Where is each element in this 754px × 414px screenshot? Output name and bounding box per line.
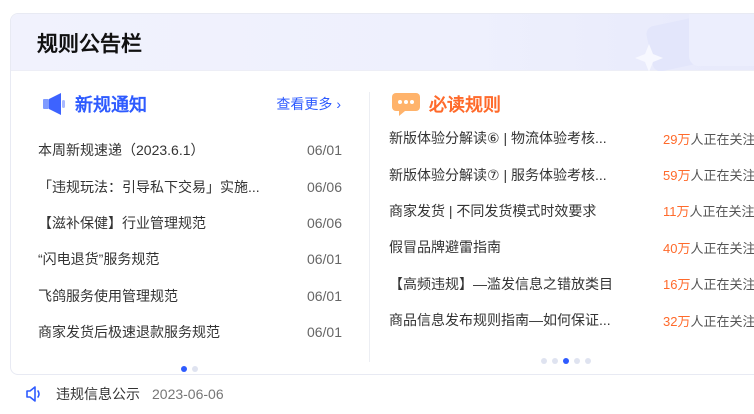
new-rule-item[interactable]: 【滋补保健】行业管理规范 06/06 xyxy=(11,205,363,241)
new-rules-pagination xyxy=(181,366,203,372)
new-rule-title: “闪电退货”服务规范 xyxy=(38,251,160,268)
follower-count-suffix: 人正在关注 xyxy=(690,240,754,256)
new-rule-title: 飞鸽服务使用管理规范 xyxy=(38,287,178,304)
new-rule-title: 本周新规速递（2023.6.1） xyxy=(38,142,205,159)
header-decoration-icon xyxy=(635,14,754,71)
must-read-title-text: 商品信息发布规则指南—如何保证... xyxy=(389,312,611,329)
follower-count-suffix: 人正在关注 xyxy=(690,168,754,184)
must-read-item[interactable]: 新版体验分解读⑥ | 物流体验考核... 29万人正在关注 xyxy=(383,120,754,156)
must-read-item[interactable]: 【高频违规】—滥发信息之错放类目 16万人正在关注 xyxy=(383,266,754,302)
board-title: 规则公告栏 xyxy=(37,33,142,56)
follower-count: 16万人正在关注 xyxy=(663,274,754,293)
violation-notice-bar[interactable]: 违规信息公示 2023-06-06 xyxy=(24,382,224,406)
follower-count-number: 29万 xyxy=(663,131,691,147)
view-more-label: 查看更多 xyxy=(276,96,333,112)
follower-count-suffix: 人正在关注 xyxy=(690,277,754,293)
must-read-title-text: 【高频违规】—滥发信息之错放类目 xyxy=(389,275,613,292)
follower-count-number: 16万 xyxy=(663,277,691,293)
must-read-list: 新版体验分解读⑥ | 物流体验考核... 29万人正在关注 新版体验分解读⑦ | 服… xyxy=(383,120,754,338)
new-rule-title: 【滋补保健】行业管理规范 xyxy=(38,214,206,231)
new-rule-item[interactable]: 飞鸽服务使用管理规范 06/01 xyxy=(11,278,363,314)
new-rules-panel: 新规通知 查看更多 › 本周新规速递（2023.6.1） 06/01 「违规玩法：引… xyxy=(11,72,363,374)
new-rule-item[interactable]: 「违规玩法：引导私下交易」实施... 06/06 xyxy=(11,168,363,204)
must-read-page-dot[interactable] xyxy=(585,358,591,364)
must-read-item[interactable]: 假冒品牌避雷指南 40万人正在关注 xyxy=(383,229,754,265)
follower-count-number: 59万 xyxy=(663,168,691,184)
chevron-right-icon: › xyxy=(336,96,341,112)
new-rules-title: 新规通知 xyxy=(75,95,147,115)
must-read-header: 必读规则 xyxy=(391,90,501,118)
follower-count-suffix: 人正在关注 xyxy=(689,204,754,220)
new-rule-title: 「违规玩法：引导私下交易」实施... xyxy=(38,178,260,195)
new-rule-date: 06/01 xyxy=(306,287,342,304)
violation-notice-date: 2023-06-06 xyxy=(152,386,224,402)
new-rules-header: 新规通知 xyxy=(41,90,147,118)
follower-count: 11万人正在关注 xyxy=(663,201,754,220)
column-divider xyxy=(369,92,370,362)
must-read-page-dot[interactable] xyxy=(552,358,558,364)
new-rule-date: 06/06 xyxy=(306,214,342,231)
view-more-link[interactable]: 查看更多 › xyxy=(276,94,341,114)
must-read-panel: 必读规则 新版体验分解读⑥ | 物流体验考核... 29万人正在关注 新版体验分解读… xyxy=(383,72,754,374)
follower-count-suffix: 人正在关注 xyxy=(690,313,754,329)
chat-bubble-icon xyxy=(392,93,420,116)
follower-count: 32万人正在关注 xyxy=(663,311,754,330)
new-rule-date: 06/01 xyxy=(306,251,342,268)
must-read-title-text: 假冒品牌避雷指南 xyxy=(389,239,501,256)
speaker-icon xyxy=(26,386,40,402)
new-rule-date: 06/01 xyxy=(306,142,342,159)
must-read-title-text: 商家发货 | 不同发货模式时效要求 xyxy=(389,202,597,219)
follower-count: 29万人正在关注 xyxy=(663,129,754,148)
must-read-item[interactable]: 商品信息发布规则指南—如何保证... 32万人正在关注 xyxy=(383,302,754,338)
new-rules-list: 本周新规速递（2023.6.1） 06/01 「违规玩法：引导私下交易」实施... 0… xyxy=(11,132,363,350)
new-rules-page-dot[interactable] xyxy=(192,366,198,372)
must-read-pagination xyxy=(541,358,596,364)
violation-notice-label: 违规信息公示 xyxy=(56,386,140,402)
must-read-page-dot[interactable] xyxy=(574,358,580,364)
new-rule-title: 商家发货后极速退款服务规范 xyxy=(38,324,220,341)
follower-count-number: 40万 xyxy=(663,240,691,256)
new-rule-item[interactable]: “闪电退货”服务规范 06/01 xyxy=(11,241,363,277)
new-rule-date: 06/01 xyxy=(306,324,342,341)
follower-count: 40万人正在关注 xyxy=(663,238,754,257)
follower-count-number: 32万 xyxy=(663,313,691,329)
must-read-page-dot[interactable] xyxy=(541,358,547,364)
new-rule-item[interactable]: 本周新规速递（2023.6.1） 06/01 xyxy=(11,132,363,168)
must-read-item[interactable]: 新版体验分解读⑦ | 服务体验考核... 59万人正在关注 xyxy=(383,156,754,192)
new-rules-page-dot[interactable] xyxy=(181,366,187,372)
follower-count: 59万人正在关注 xyxy=(663,165,754,184)
must-read-title-text: 新版体验分解读⑥ | 物流体验考核... xyxy=(389,130,607,147)
new-rule-item[interactable]: 商家发货后极速退款服务规范 06/01 xyxy=(11,314,363,350)
rules-board: 规则公告栏 新规通知 查看更多 › 本周新规速递（2023.6.1） 06/01 「… xyxy=(10,13,754,375)
board-header: 规则公告栏 xyxy=(11,14,754,71)
follower-count-suffix: 人正在关注 xyxy=(690,131,754,147)
must-read-title: 必读规则 xyxy=(429,95,501,115)
follower-count-number: 11万 xyxy=(663,204,690,220)
must-read-title-text: 新版体验分解读⑦ | 服务体验考核... xyxy=(389,166,607,183)
must-read-item[interactable]: 商家发货 | 不同发货模式时效要求 11万人正在关注 xyxy=(383,193,754,229)
megaphone-icon xyxy=(43,93,65,115)
new-rule-date: 06/06 xyxy=(306,178,342,195)
must-read-page-dot[interactable] xyxy=(563,358,569,364)
